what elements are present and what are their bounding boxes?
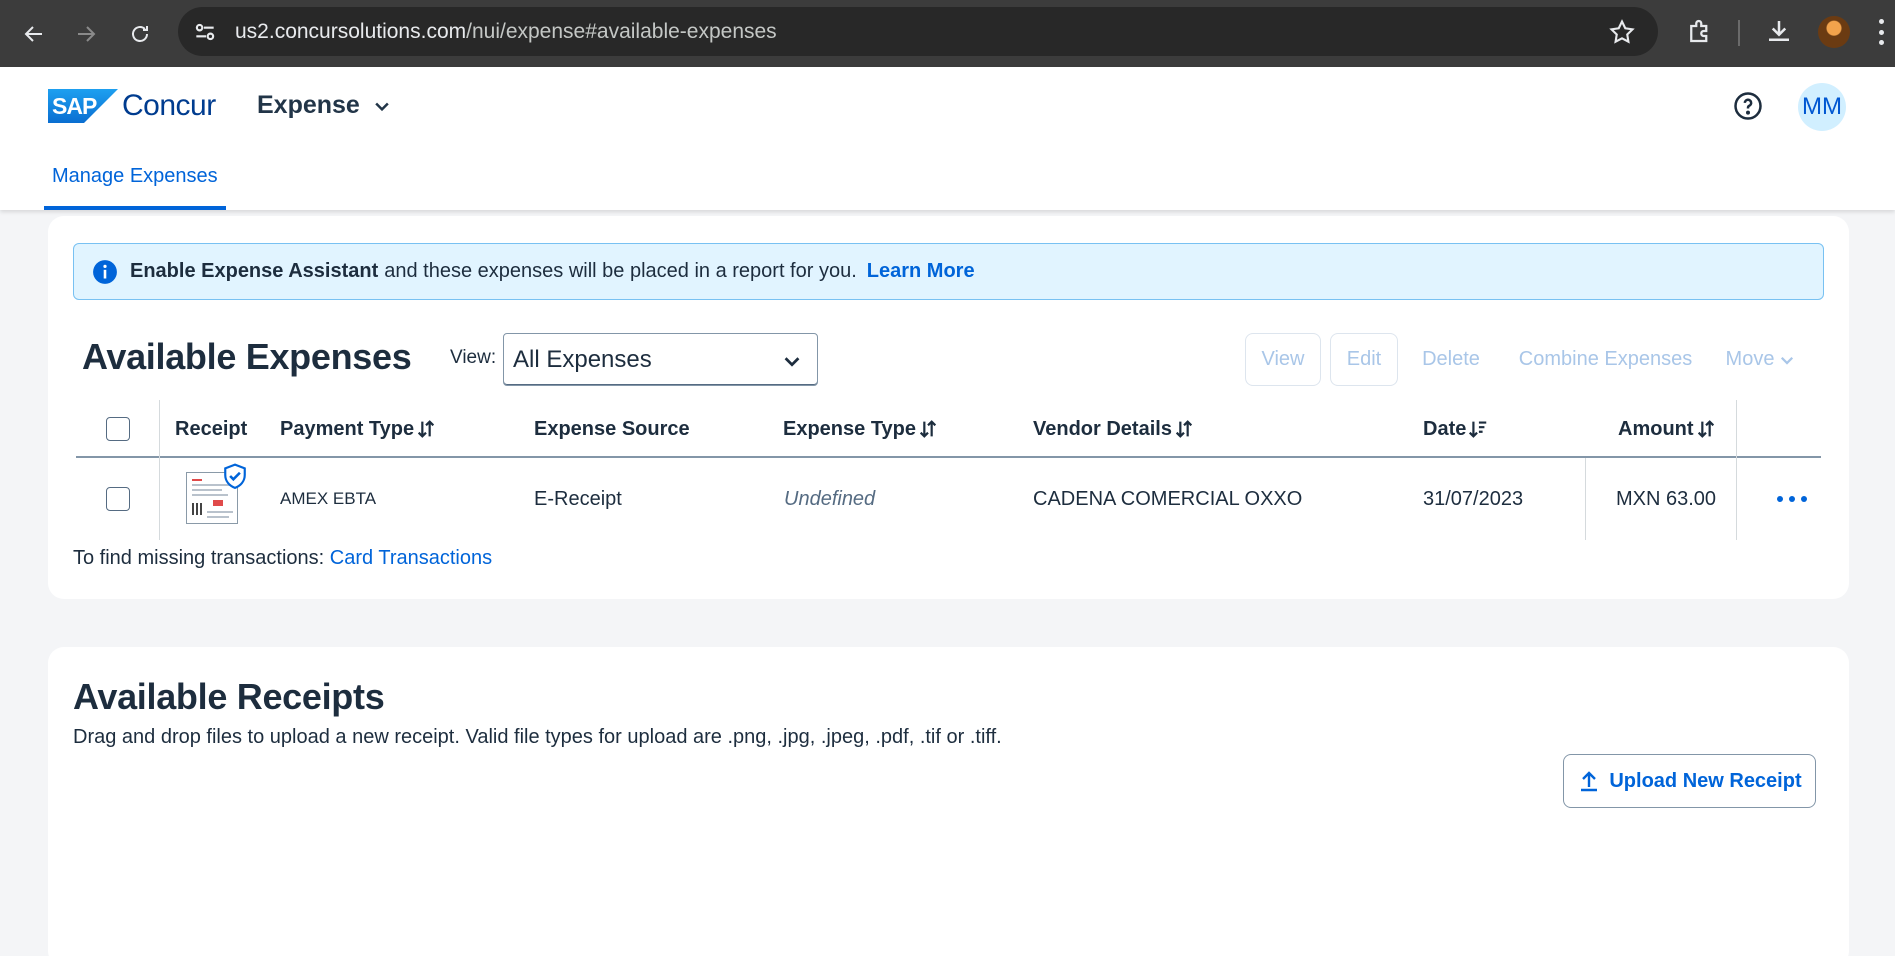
column-header-vendor-details[interactable]: Vendor Details: [1033, 400, 1195, 458]
banner-strong-text: Enable Expense Assistant: [130, 260, 379, 282]
browser-toolbar: us2.concursolutions.com/nui/expense#avai…: [0, 0, 1895, 67]
available-expenses-title: Available Expenses: [82, 336, 412, 377]
column-header-receipt: Receipt: [175, 417, 248, 440]
toolbar-separator: [1738, 20, 1740, 46]
app-header: SAP Concur Expense MM Manage Expenses: [0, 67, 1895, 210]
arrow-left-icon: [24, 26, 42, 42]
sap-logo: SAP: [48, 89, 118, 123]
address-bar[interactable]: us2.concursolutions.com/nui/expense#avai…: [178, 7, 1658, 56]
user-avatar[interactable]: MM: [1798, 83, 1846, 131]
row-checkbox[interactable]: [106, 487, 130, 511]
site-info-icon[interactable]: [192, 19, 218, 45]
info-icon: [93, 259, 117, 284]
move-button-label: Move: [1725, 348, 1775, 370]
chevron-down-icon: [784, 357, 800, 367]
column-divider: [1585, 458, 1586, 540]
column-header-expense-type[interactable]: Expense Type: [783, 400, 939, 458]
url-text: us2.concursolutions.com/nui/expense#avai…: [235, 20, 777, 43]
help-icon[interactable]: [1733, 91, 1763, 121]
move-button[interactable]: Move: [1718, 333, 1804, 386]
card-transactions-link[interactable]: Card Transactions: [330, 547, 492, 569]
sort-descending-icon: [1469, 421, 1487, 438]
column-header-date[interactable]: Date: [1423, 400, 1489, 458]
sort-icon: [919, 420, 937, 438]
date-cell: 31/07/2023: [1423, 487, 1524, 510]
concur-wordmark: Concur: [122, 89, 216, 122]
reload-icon: [132, 26, 148, 42]
product-switcher[interactable]: Expense: [257, 91, 392, 120]
expense-assistant-banner: Enable Expense Assistant and these expen…: [73, 243, 1824, 300]
product-name: Expense: [257, 91, 360, 119]
chevron-down-icon: [375, 102, 389, 111]
available-expenses-card: Enable Expense Assistant and these expen…: [48, 216, 1849, 599]
select-all-checkbox[interactable]: [106, 417, 130, 441]
verified-shield-icon: [224, 463, 246, 489]
tab-manage-expenses[interactable]: Manage Expenses: [44, 155, 226, 210]
forward-button[interactable]: [66, 14, 106, 54]
extensions-icon[interactable]: [1685, 16, 1715, 46]
payment-type-cell: AMEX EBTA: [280, 489, 377, 508]
sort-icon: [418, 420, 435, 438]
chevron-down-icon: [1781, 356, 1794, 365]
back-button[interactable]: [14, 14, 54, 54]
sort-icon: [1175, 420, 1193, 438]
upload-new-receipt-button[interactable]: Upload New Receipt: [1563, 754, 1816, 808]
view-select-value: All Expenses: [513, 345, 652, 373]
view-label: View:: [450, 347, 497, 368]
upload-button-label: Upload New Receipt: [1609, 769, 1802, 792]
row-actions-button[interactable]: [1777, 487, 1807, 511]
browser-profile-avatar[interactable]: [1818, 16, 1850, 48]
available-receipts-card: Available Receipts Drag and drop files t…: [48, 647, 1849, 956]
delete-button[interactable]: Delete: [1410, 333, 1492, 386]
amount-cell: MXN 63.00: [1616, 487, 1717, 510]
reload-button[interactable]: [120, 14, 160, 54]
table-header: Receipt Payment Type Expense Source Expe…: [76, 400, 1821, 540]
download-icon[interactable]: [1764, 16, 1794, 46]
receipts-description: Drag and drop files to upload a new rece…: [73, 726, 1002, 748]
column-header-expense-source: Expense Source: [534, 417, 690, 440]
bookmark-star-icon[interactable]: [1608, 18, 1636, 46]
sap-concur-logo[interactable]: SAP Concur: [48, 89, 216, 123]
available-receipts-title: Available Receipts: [73, 676, 385, 717]
edit-button[interactable]: Edit: [1330, 333, 1398, 386]
table-row[interactable]: AMEX EBTA E-Receipt Undefined CADENA COM…: [76, 458, 1821, 540]
upload-icon: [1581, 771, 1598, 792]
missing-transactions-text: To find missing transactions: Card Trans…: [73, 547, 493, 569]
banner-text: and these expenses will be placed in a r…: [384, 260, 857, 282]
expense-source-cell: E-Receipt: [534, 487, 622, 510]
sort-icon: [1697, 420, 1714, 438]
column-header-amount[interactable]: Amount: [1618, 400, 1717, 458]
view-select[interactable]: All Expenses: [503, 333, 818, 386]
vendor-cell: CADENA COMERCIAL OXXO: [1033, 487, 1303, 510]
learn-more-link[interactable]: Learn More: [867, 260, 975, 283]
browser-menu-button[interactable]: [1878, 19, 1884, 45]
view-button[interactable]: View: [1245, 333, 1321, 386]
column-header-payment-type[interactable]: Payment Type: [280, 400, 437, 458]
combine-expenses-button[interactable]: Combine Expenses: [1503, 333, 1708, 386]
arrow-right-icon: [78, 26, 96, 42]
expense-type-cell: Undefined: [784, 487, 876, 510]
